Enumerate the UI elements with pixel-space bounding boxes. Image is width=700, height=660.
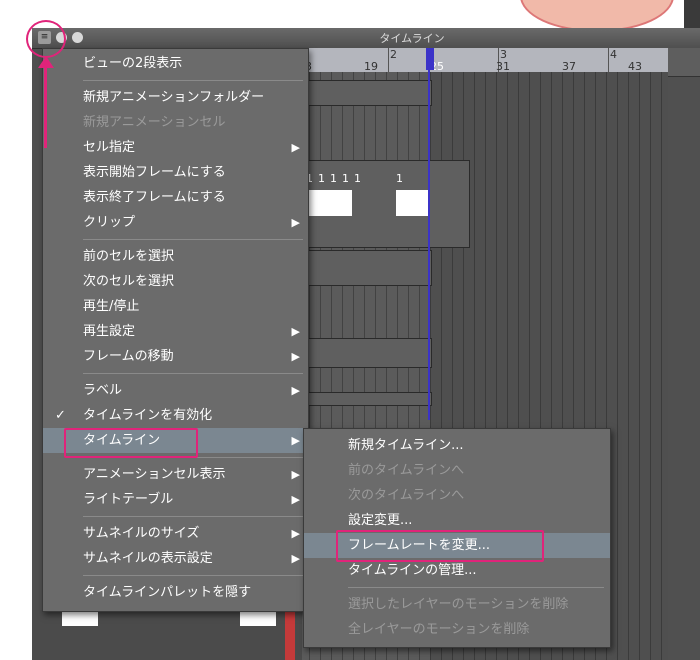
menu-item-play-stop[interactable]: 再生/停止 <box>43 294 308 319</box>
cell-label: 1 <box>318 172 325 185</box>
submenu-item-label: 前のタイムラインへ <box>348 463 465 478</box>
timeline-palette-menu: ビューの2段表示 新規アニメーションフォルダー 新規アニメーションセル セル指定… <box>42 48 309 612</box>
menu-item-new-animation-folder[interactable]: 新規アニメーションフォルダー <box>43 85 308 110</box>
menu-divider <box>83 80 303 81</box>
menu-item-label: サムネイルの表示設定 <box>83 551 213 566</box>
menu-item-label: ビューの2段表示 <box>83 56 183 71</box>
menu-item-label: 再生/停止 <box>83 299 140 314</box>
menu-item-cell-specification[interactable]: セル指定 ▶ <box>43 135 308 160</box>
submenu-item-next-timeline: 次のタイムラインへ <box>304 483 610 508</box>
annotation-highlight-frame-rate <box>336 530 544 562</box>
menu-item-label: クリップ <box>83 215 136 230</box>
triangle-right-icon: ▶ <box>291 384 300 397</box>
cell-label: 1 <box>342 172 349 185</box>
menu-item-label: フレームの移動 <box>83 349 174 364</box>
menu-item-label: 前のセルを選択 <box>83 249 175 264</box>
triangle-right-icon: ▶ <box>291 468 300 481</box>
menu-item-label-submenu[interactable]: ラベル ▶ <box>43 378 308 403</box>
triangle-right-icon: ▶ <box>291 325 300 338</box>
menu-item-label: 新規アニメーションセル <box>83 115 226 130</box>
cell-label: 1 <box>396 172 403 185</box>
menu-item-label: タイムラインパレットを隠す <box>83 585 252 600</box>
triangle-right-icon: ▶ <box>291 434 300 447</box>
menu-divider <box>83 516 303 517</box>
submenu-item-delete-all-motion: 全レイヤーのモーションを削除 <box>304 617 610 642</box>
adjacent-panel-edge <box>684 0 700 28</box>
triangle-right-icon: ▶ <box>291 141 300 154</box>
menu-item-new-animation-cell: 新規アニメーションセル <box>43 110 308 135</box>
animation-cell[interactable] <box>306 190 352 216</box>
animation-cell[interactable] <box>396 190 430 216</box>
ruler-second-label: 4 <box>610 48 617 61</box>
annotation-circle <box>26 20 66 58</box>
submenu-item-prev-timeline: 前のタイムラインへ <box>304 458 610 483</box>
checkmark-icon: ✓ <box>55 408 66 423</box>
menu-item-thumbnail-display-settings[interactable]: サムネイルの表示設定 ▶ <box>43 546 308 571</box>
menu-divider <box>83 575 303 576</box>
menu-item-select-prev-cell[interactable]: 前のセルを選択 <box>43 244 308 269</box>
submenu-item-new-timeline[interactable]: 新規タイムライン... <box>304 433 610 458</box>
menu-item-label: サムネイルのサイズ <box>83 526 200 541</box>
ruler-second-label: 2 <box>390 48 397 61</box>
menu-divider <box>83 239 303 240</box>
menu-item-label: 再生設定 <box>83 324 136 339</box>
menu-item-clip[interactable]: クリップ ▶ <box>43 210 308 235</box>
menu-item-playback-settings[interactable]: 再生設定 ▶ <box>43 319 308 344</box>
menu-item-label: セル指定 <box>83 140 136 155</box>
menu-item-label: ラベル <box>83 383 123 398</box>
menu-item-label: ライトテーブル <box>83 492 174 507</box>
submenu-item-label: 次のタイムラインへ <box>348 488 465 503</box>
submenu-item-label: 全レイヤーのモーションを削除 <box>348 622 530 637</box>
menu-item-light-table[interactable]: ライトテーブル ▶ <box>43 487 308 512</box>
menu-item-set-start-frame[interactable]: 表示開始フレームにする <box>43 160 308 185</box>
triangle-right-icon: ▶ <box>291 527 300 540</box>
menu-item-animation-cell-display[interactable]: アニメーションセル表示 ▶ <box>43 462 308 487</box>
triangle-right-icon: ▶ <box>291 552 300 565</box>
menu-item-select-next-cell[interactable]: 次のセルを選択 <box>43 269 308 294</box>
menu-item-label: 新規アニメーションフォルダー <box>83 90 265 105</box>
menu-divider <box>83 373 303 374</box>
menu-item-set-end-frame[interactable]: 表示終了フレームにする <box>43 185 308 210</box>
cell-label: 1 <box>354 172 361 185</box>
title-bar[interactable]: タイムライン ≡ <box>32 28 700 49</box>
menu-item-label: 次のセルを選択 <box>83 274 175 289</box>
submenu-item-delete-selected-motion: 選択したレイヤーのモーションを削除 <box>304 592 610 617</box>
triangle-right-icon: ▶ <box>291 493 300 506</box>
frame-ruler[interactable]: 1 2 3 4 13 19 25 31 37 43 <box>276 48 668 73</box>
menu-item-enable-timeline[interactable]: ✓ タイムラインを有効化 <box>43 403 308 428</box>
triangle-right-icon: ▶ <box>291 216 300 229</box>
menu-item-thumbnail-size[interactable]: サムネイルのサイズ ▶ <box>43 521 308 546</box>
annotation-highlight-timeline <box>64 428 198 458</box>
menu-item-label: タイムラインを有効化 <box>83 408 213 423</box>
cell-label: 1 <box>330 172 337 185</box>
bottom-cell[interactable] <box>62 612 98 626</box>
menu-item-label: アニメーションセル表示 <box>83 467 226 482</box>
menu-item-dual-view[interactable]: ビューの2段表示 <box>43 51 308 76</box>
annotation-arrow <box>44 62 47 148</box>
menu-item-move-frame[interactable]: フレームの移動 ▶ <box>43 344 308 369</box>
bottom-marker <box>285 612 295 660</box>
triangle-right-icon: ▶ <box>291 350 300 363</box>
close-panel-icon[interactable] <box>72 32 83 43</box>
submenu-item-label: 新規タイムライン... <box>348 438 464 453</box>
ruler-tick <box>608 48 609 72</box>
menu-item-label: 表示終了フレームにする <box>83 190 226 205</box>
bottom-cell[interactable] <box>240 612 276 626</box>
ruler-tick <box>388 48 389 72</box>
menu-divider <box>348 587 604 588</box>
submenu-item-label: 選択したレイヤーのモーションを削除 <box>348 597 569 612</box>
window-title: タイムライン <box>379 32 445 45</box>
menu-item-label: 表示開始フレームにする <box>83 165 226 180</box>
menu-item-hide-timeline-palette[interactable]: タイムラインパレットを隠す <box>43 580 308 605</box>
playhead-line[interactable] <box>428 48 430 420</box>
